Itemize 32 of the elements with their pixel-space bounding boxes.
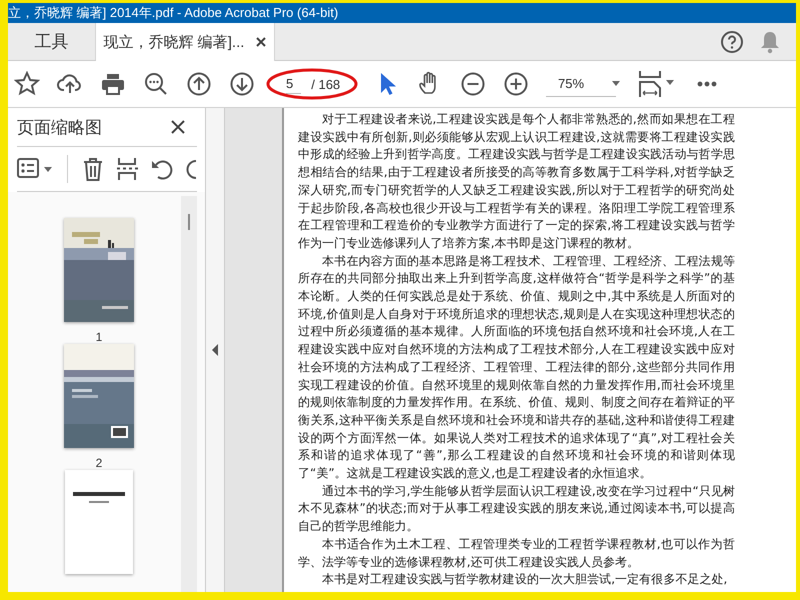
close-icon[interactable] [256,37,266,47]
paragraph: 本书适合作为土木工程、工程管理类专业的工程哲学课程教材,也可以作为哲学、法学等专业的选修课程教材,还可供工程建设实践人员参考。 [298,536,735,571]
extract-pages-icon[interactable] [116,157,138,181]
more-icon[interactable] [697,81,717,87]
paragraph: 通过本书的学习,学生能够从哲学层面认识工程建设,改变在学习过程中“只见树木不见森林”的状态;而对于从事工程建设实践的朋友来说,通过阅读本书,可以提高自己的哲学思维能力。 [298,482,735,536]
page-number-field[interactable]: 5 [286,74,302,94]
trash-icon[interactable] [82,157,104,181]
paragraph: 本书是对工程建设实践与哲学教材建设的一次大胆尝试,一定有很多不足之处, [321,571,728,588]
paragraph: 对于工程建设者来说,工程建设实践是每个人都非常熟悉的,然而如果想在工程建设实践中有所创新,则必须能够从宏观上认识工程建设,这就需要将工程建设实践中形成的经验上升到哲学高度。工程建设实践与哲学是工程建设实践活动与哲学思想相结合的结果,由于工程建设者所接受的高等教育多数属于工科学科,对哲学缺乏深人研究,而专门研究哲学的人又缺乏工程建设实践,所以对于工程哲学的研究尚处于起步阶段,各高校也很少开设与工程哲学有关的课程。洛阳理工学院工程管理系在工程管理和工程造价的专业教学方面进行了一定的探索,将工程建设实践与哲学作为一门专业选修课列人了培养方案,本书即是这门课程的教材。 [298,111,735,252]
star-icon[interactable] [14,71,40,97]
close-icon[interactable] [171,120,185,134]
print-icon[interactable] [100,71,126,97]
list-options-icon[interactable] [17,157,53,181]
fit-page-icon[interactable] [638,70,676,98]
scroll-bar[interactable] [181,196,197,592]
collapse-arrow-icon[interactable] [212,344,218,356]
search-icon[interactable] [143,71,169,97]
arrow-down-icon[interactable] [229,71,255,97]
page-label: 1 [96,330,102,344]
zoom-out-icon[interactable] [460,71,486,97]
arrow-up-icon[interactable] [186,71,212,97]
panel-title: 页面缩略图 [17,116,102,138]
window-title: 立，乔晓辉 编著] 2014年.pdf - Adobe Acrobat Pro (64-bit) [8,4,338,22]
zoom-dropdown[interactable]: 75% [546,71,616,97]
page-count: / 168 [311,76,340,92]
paragraph: 本书在内容方面的基本思路是将工程技术、工程管理、工程经济、工程法规等所存在的共同部分抽取出来上升到哲学高度,这样做符合“哲学是科学之科学”的基本论断。人类的任何实践总是处于系统、价值、规则之中,其中系统是人所面对的环境,价值则是人自身对于环境所追求的理想状态,规则是人在实现这种理想状态的过程中所必须遵循的基本规律。人所面临的环境包括自然环境和社会环境,人在工程建设实践中应对自然环境的方法构成了工程技术部分,人在工程建设实践中应对社会环境的方法构成了工程经济、工程管理、工程法律的部分,这些部分共同作用实现工程建设的价值。自然环境里的规则依靠自然的力量发挥作用,而社会环境里的规则依靠制度的力量发挥作用。在系统、价值、规则、制度之间存在着辩证的平衡关系,这种平衡关系是自然环境和社会环境和谐共存的基础,这种和谐使得工程建设的两个方面浑然一体。如果说人类对工程技术的追求体现了“真”,对工程社会关系和谐的追求体现了“善”,那么工程建设的自然环境和社会环境的和谐则体现了“美”。这就是工程建设实践的意义,也是工程建设者的永恒追求。 [298,252,735,482]
page-label: 2 [96,456,102,470]
zoom-in-icon[interactable] [503,71,529,97]
tab[interactable]: 现立，乔晓辉 编著]... [96,23,275,61]
caret-icon[interactable] [612,81,620,86]
rotate-right-icon[interactable] [186,157,196,181]
help-icon[interactable] [720,30,744,54]
